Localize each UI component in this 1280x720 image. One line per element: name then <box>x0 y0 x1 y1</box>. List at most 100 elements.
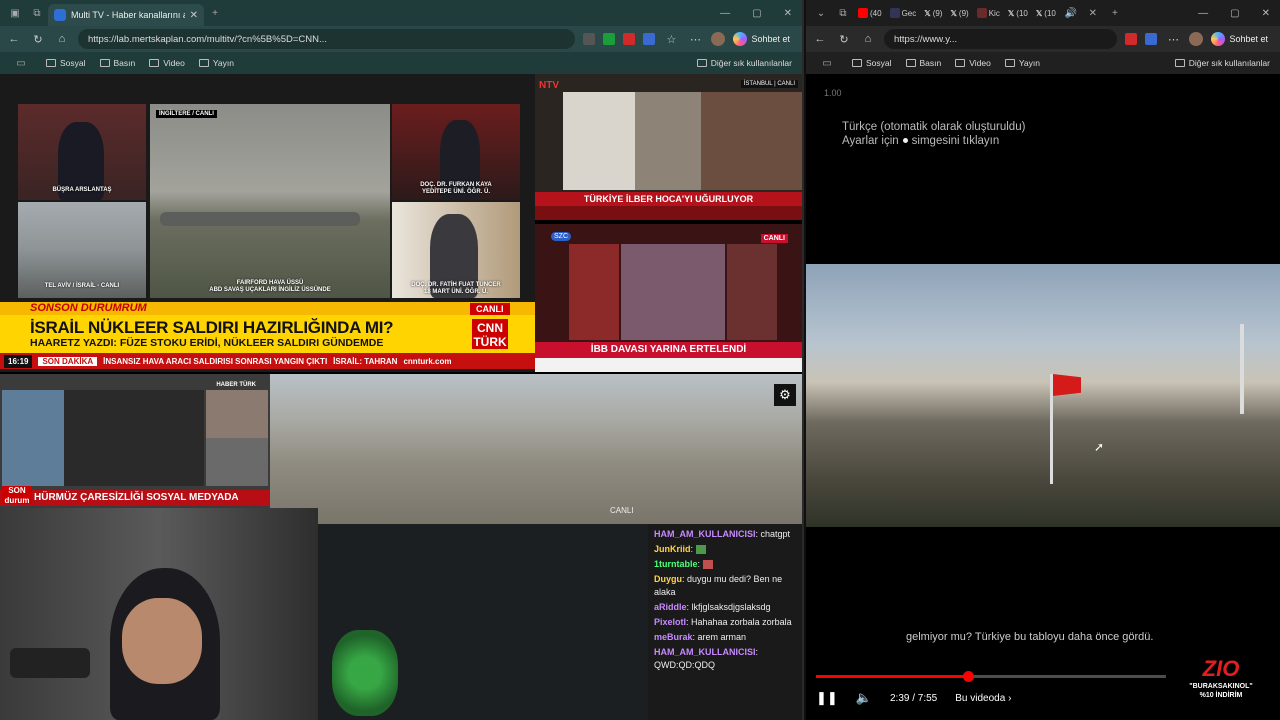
progress-knob[interactable] <box>963 671 975 682</box>
bookmark-label: Yayın <box>212 58 234 68</box>
workspaces-icon[interactable]: ⧉ <box>26 8 48 19</box>
profile-avatar[interactable] <box>1189 32 1204 46</box>
extension-icon[interactable] <box>603 33 616 45</box>
bookmark-basin[interactable]: Basın <box>905 58 942 68</box>
home-icon[interactable]: ⌂ <box>860 33 876 45</box>
szc-ticker <box>535 358 802 372</box>
chat-username[interactable]: Pixelotl <box>654 617 686 627</box>
tab-gec[interactable]: Gec <box>886 8 921 18</box>
ntv-stream[interactable]: NTV İSTANBUL | CANLI TÜRKİYE İLBER HOCA'… <box>535 74 802 220</box>
chapter-label: Bu videoda <box>955 692 1006 704</box>
maximize-icon[interactable]: ▢ <box>752 8 761 19</box>
tab-youtube[interactable]: (40 <box>854 8 886 18</box>
chat-message: HAM_AM_KULLANICISI: chatgpt <box>654 529 791 539</box>
workspaces-icon[interactable]: ⧉ <box>832 8 854 19</box>
extension-icon[interactable] <box>623 33 636 45</box>
chat-button[interactable]: Sohbet et <box>733 32 796 46</box>
chat-username[interactable]: aRiddle <box>654 602 687 612</box>
minimize-icon[interactable]: — <box>1198 8 1208 19</box>
chapter-button[interactable]: Bu videoda › <box>955 693 1011 704</box>
new-tab-icon[interactable]: + <box>1104 8 1126 19</box>
close-tab-icon[interactable]: ✕ <box>190 10 198 21</box>
tab-kick[interactable]: Kic <box>973 8 1004 18</box>
refresh-icon[interactable]: ↻ <box>836 33 852 46</box>
tab-bar: ▣ ⧉ Multi TV - Haber kanallarını aynı a … <box>0 0 802 26</box>
tab-x[interactable]: 𝕏 (9) <box>946 9 972 18</box>
haberturk-stream[interactable]: HABER TÜRK HÜRMÜZ ÇARESİZLİĞİ SOSYAL MED… <box>0 374 270 508</box>
bookmark-label: Video <box>163 58 185 68</box>
promo-discount: %10 İNDİRİM <box>1199 692 1243 699</box>
home-icon[interactable]: ⌂ <box>54 33 70 45</box>
reading-list-icon[interactable]: ▭ <box>816 58 838 69</box>
extension-icon[interactable] <box>1125 33 1138 45</box>
x-icon: 𝕏 <box>1007 8 1015 18</box>
cnn-turk-stream[interactable]: BÜŞRA ARSLANTAŞ İNGİLTERE / CANLI FAIRFO… <box>0 74 535 372</box>
tab-x[interactable]: 𝕏 (9) <box>920 9 946 18</box>
pause-icon[interactable]: ❚❚ <box>816 690 838 706</box>
szc-stream[interactable]: SZC CANLI İBB DAVASI YARINA ERTELENDİ <box>535 224 802 372</box>
chat-username[interactable]: HAM_AM_KULLANICISI <box>654 529 756 539</box>
url-field[interactable]: https://www.y... <box>884 29 1118 49</box>
bookmark-video[interactable]: Video <box>955 58 991 68</box>
chat-username[interactable]: JunKriid <box>654 544 691 554</box>
extension-icon[interactable] <box>583 33 596 45</box>
chat-username[interactable]: 1turntable <box>654 559 698 569</box>
bookmark-sosyal[interactable]: Sosyal <box>46 58 86 68</box>
favorites-icon[interactable]: ☆ <box>663 33 679 46</box>
back-icon[interactable]: ← <box>812 33 828 45</box>
back-icon[interactable]: ← <box>6 33 22 45</box>
close-window-icon[interactable]: ✕ <box>784 8 792 19</box>
x-icon: 𝕏 <box>924 8 931 18</box>
tab-x[interactable]: 𝕏 (10 <box>1004 9 1032 18</box>
ticker-text: İNSANSIZ HAVA ARACI SALDIRISI SONRASI YA… <box>103 356 328 366</box>
son-dakika-badge: SON DAKİKA <box>38 356 98 366</box>
bookmark-yayin[interactable]: Yayın <box>1004 58 1040 68</box>
chat-username[interactable]: meBurak <box>654 632 693 642</box>
ticker-time: 16:19 <box>4 354 33 368</box>
other-favorites[interactable]: Diğer sık kullanılanlar <box>696 58 792 68</box>
guest1-camera: DOÇ. DR. FURKAN KAYA YEDİTEPE ÜNİ. ÖĞR. Ü… <box>392 104 520 200</box>
aircraft-shape <box>160 212 360 226</box>
chat-username[interactable]: HAM_AM_KULLANICISI <box>654 647 756 657</box>
youtube-player[interactable]: 1.00 Türkçe (otomatik olarak oluşturuldu… <box>806 74 1280 720</box>
site-icon <box>889 8 900 18</box>
new-tab-icon[interactable]: + <box>204 8 226 19</box>
sidebar-toggle-icon[interactable]: ▣ <box>4 8 26 19</box>
bookmark-label: Diğer sık kullanılanlar <box>1188 58 1270 68</box>
bookmark-basin[interactable]: Basın <box>99 58 135 68</box>
volume-icon[interactable]: 🔈 <box>856 690 872 706</box>
tab-multitv[interactable]: Multi TV - Haber kanallarını aynı a ✕ <box>48 4 204 26</box>
city-live-camera[interactable]: ⚙ CANLI <box>270 374 802 524</box>
caption-language: Türkçe (otomatik olarak oluşturuldu) <box>842 121 1026 133</box>
bookmark-label: Basın <box>919 58 942 68</box>
minimize-icon[interactable]: — <box>720 8 730 19</box>
extension-icon[interactable] <box>643 33 656 45</box>
time-display: 2:39 / 7:55 <box>889 692 938 704</box>
chat-username[interactable]: Duygu <box>654 574 682 584</box>
url-field[interactable]: https://lab.mertskaplan.com/multitv/?cn%… <box>78 29 576 49</box>
more-icon[interactable]: ⋯ <box>1165 33 1181 46</box>
reading-list-icon[interactable]: ▭ <box>10 58 32 69</box>
close-tab-icon[interactable]: ✕ <box>1082 8 1104 19</box>
chat-text: QWD:QD:QDQ <box>654 660 715 670</box>
close-window-icon[interactable]: ✕ <box>1262 8 1270 19</box>
bookmark-video[interactable]: Video <box>149 58 185 68</box>
maximize-icon[interactable]: ▢ <box>1230 8 1239 19</box>
bookmark-sosyal[interactable]: Sosyal <box>852 58 892 68</box>
extension-icon[interactable] <box>1145 33 1158 45</box>
sidebar-toggle-icon[interactable]: ⌄ <box>810 8 832 19</box>
ticker-site: cnnturk.com <box>403 356 452 366</box>
more-icon[interactable]: ⋯ <box>687 33 703 46</box>
profile-avatar[interactable] <box>711 32 726 46</box>
chat-button[interactable]: Sohbet et <box>1211 32 1274 46</box>
bookmark-yayin[interactable]: Yayın <box>198 58 234 68</box>
turkish-flag-icon <box>1053 374 1081 396</box>
tab-x[interactable]: 𝕏 (10 <box>1032 9 1060 18</box>
guest-camera <box>206 390 268 438</box>
istanbul-aerial-video: ➚ <box>806 264 1280 527</box>
chat-message: Duygu: duygu mu dedi? Ben ne alaka <box>654 574 783 597</box>
audio-icon[interactable]: 🔊 <box>1060 8 1082 19</box>
other-favorites[interactable]: Diğer sık kullanılanlar <box>1174 58 1270 68</box>
settings-gear-icon[interactable]: ⚙ <box>774 384 796 406</box>
refresh-icon[interactable]: ↻ <box>30 33 46 46</box>
